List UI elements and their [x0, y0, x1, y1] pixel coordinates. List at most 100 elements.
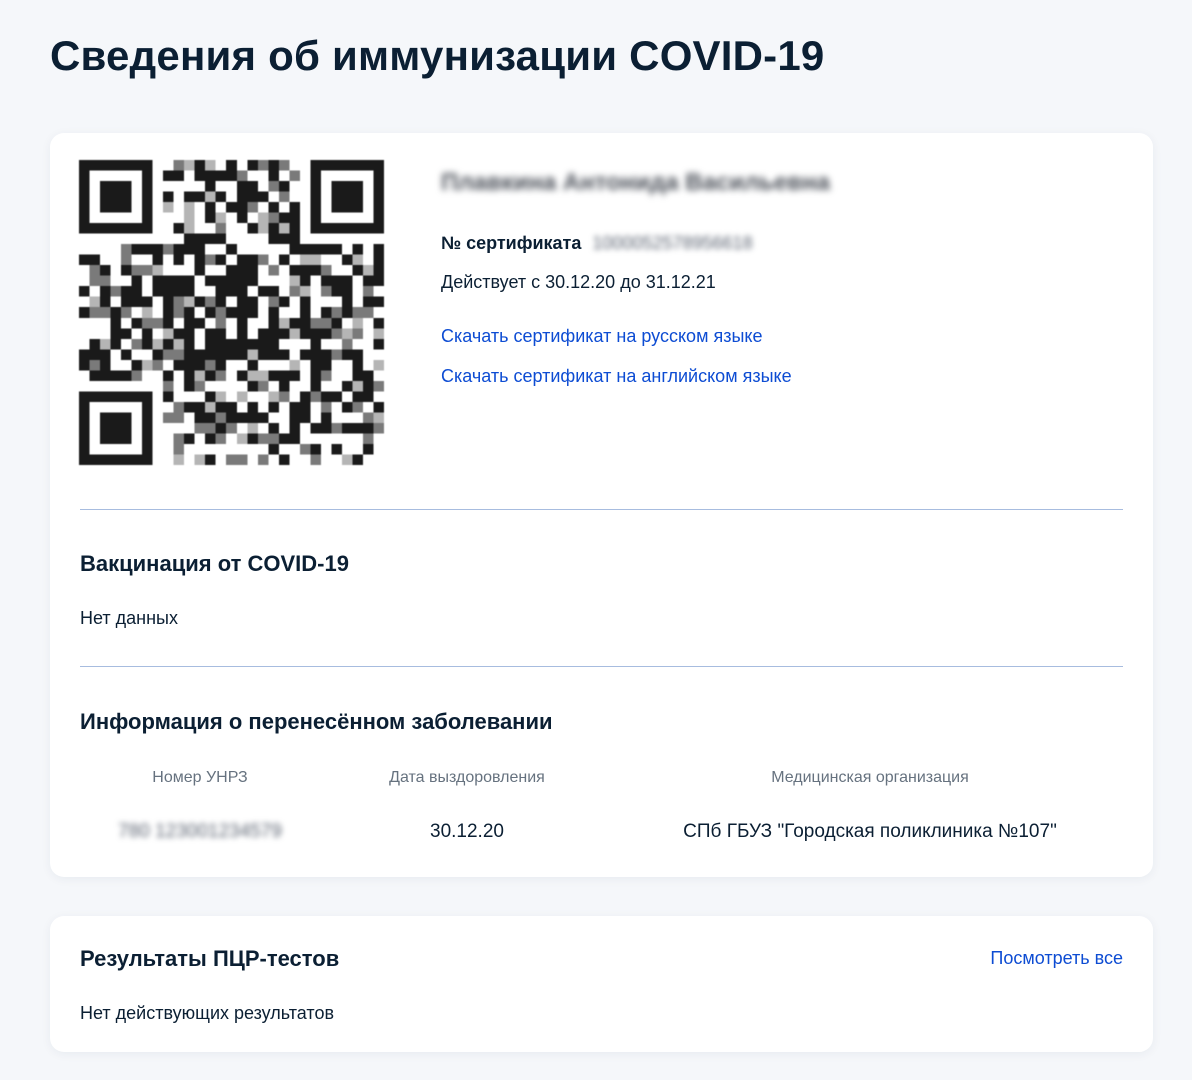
qr-module [205, 275, 216, 287]
qr-module [100, 370, 111, 381]
qr-module [352, 401, 363, 413]
qr-module [173, 433, 185, 444]
qr-module [163, 296, 174, 308]
qr-module [236, 202, 248, 213]
qr-module [257, 286, 269, 297]
qr-module [194, 454, 206, 465]
qr-module [194, 233, 206, 245]
qr-module [194, 412, 206, 423]
qr-module [278, 454, 290, 465]
qr-module [131, 275, 143, 287]
qr-module [247, 275, 258, 287]
qr-module [226, 286, 237, 297]
qr-module [215, 223, 227, 234]
qr-module [184, 349, 195, 360]
qr-module [331, 422, 342, 434]
qr-module [100, 286, 111, 297]
qr-module [247, 160, 258, 171]
qr-module [320, 307, 332, 318]
qr-module [184, 296, 195, 308]
qr-module [215, 433, 227, 444]
qr-module [173, 328, 185, 339]
qr-module [236, 275, 248, 287]
qr-module [205, 170, 216, 182]
qr-module [268, 328, 279, 339]
qr-module [194, 422, 206, 434]
qr-module [289, 370, 300, 381]
qr-module [205, 338, 216, 350]
qr-module [226, 160, 237, 171]
qr-module [163, 244, 174, 255]
qr-module [205, 191, 216, 203]
qr-module [352, 265, 363, 276]
qr-module [310, 391, 321, 402]
qr-module [268, 433, 279, 444]
qr-module [163, 191, 174, 203]
qr-module [373, 265, 384, 276]
qr-module [131, 296, 143, 308]
qr-module [215, 370, 227, 381]
qr-module [184, 223, 195, 234]
qr-module [226, 454, 237, 465]
qr-module [289, 433, 300, 444]
qr-module [278, 254, 290, 266]
qr-module [331, 307, 342, 318]
qr-module [131, 286, 143, 297]
qr-module [278, 296, 290, 308]
qr-module [163, 275, 174, 287]
qr-module [100, 307, 111, 318]
qr-module [110, 338, 122, 350]
recovery-date-value: 30.12.20 [430, 821, 504, 842]
qr-module [215, 422, 227, 434]
qr-module [152, 286, 164, 297]
qr-module [131, 265, 143, 276]
qr-module [341, 422, 353, 434]
qr-module [152, 275, 164, 287]
qr-module [173, 244, 185, 255]
qr-module [341, 349, 353, 360]
qr-module [331, 328, 342, 339]
qr-module [79, 286, 90, 297]
qr-module [341, 328, 353, 339]
qr-module [299, 275, 311, 287]
qr-module [184, 380, 195, 392]
qr-module [268, 160, 279, 171]
download-certificate-en-link[interactable]: Скачать сертификат на английском языке [441, 366, 792, 387]
certificate-number-value: 1000052578956618 [592, 233, 753, 253]
qr-module [289, 202, 300, 213]
qr-module [131, 338, 143, 350]
qr-module [278, 370, 290, 381]
qr-module [173, 443, 185, 455]
page: Сведения об иммунизации COVID-19 Плавкин… [0, 0, 1192, 1080]
certificate-holder-name: Плавкина Антонида Васильевна [441, 169, 831, 196]
qr-module [236, 370, 248, 381]
qr-module [184, 328, 195, 339]
qr-module [247, 359, 258, 371]
qr-module [247, 433, 258, 444]
qr-module [142, 296, 153, 308]
view-all-link[interactable]: Посмотреть все [990, 948, 1123, 969]
qr-module [121, 328, 132, 339]
qr-module [100, 349, 111, 360]
qr-module [268, 443, 279, 455]
qr-module [299, 244, 311, 255]
qr-module [205, 307, 216, 318]
qr-module [205, 349, 216, 360]
qr-module [184, 370, 195, 381]
qr-module [121, 286, 132, 297]
qr-module [373, 328, 384, 339]
qr-module [268, 265, 279, 276]
qr-module [268, 370, 279, 381]
qr-module [352, 359, 363, 371]
qr-module [226, 307, 237, 318]
qr-module [341, 401, 353, 413]
qr-module [215, 317, 227, 329]
qr-module [163, 202, 174, 213]
qr-module [352, 307, 363, 318]
qr-module [247, 401, 258, 413]
qr-module [268, 401, 279, 413]
vaccination-title: Вакцинация от COVID-19 [80, 551, 349, 576]
qr-module [247, 296, 258, 308]
download-certificate-ru-link[interactable]: Скачать сертификат на русском языке [441, 326, 762, 347]
qr-module [341, 454, 353, 465]
